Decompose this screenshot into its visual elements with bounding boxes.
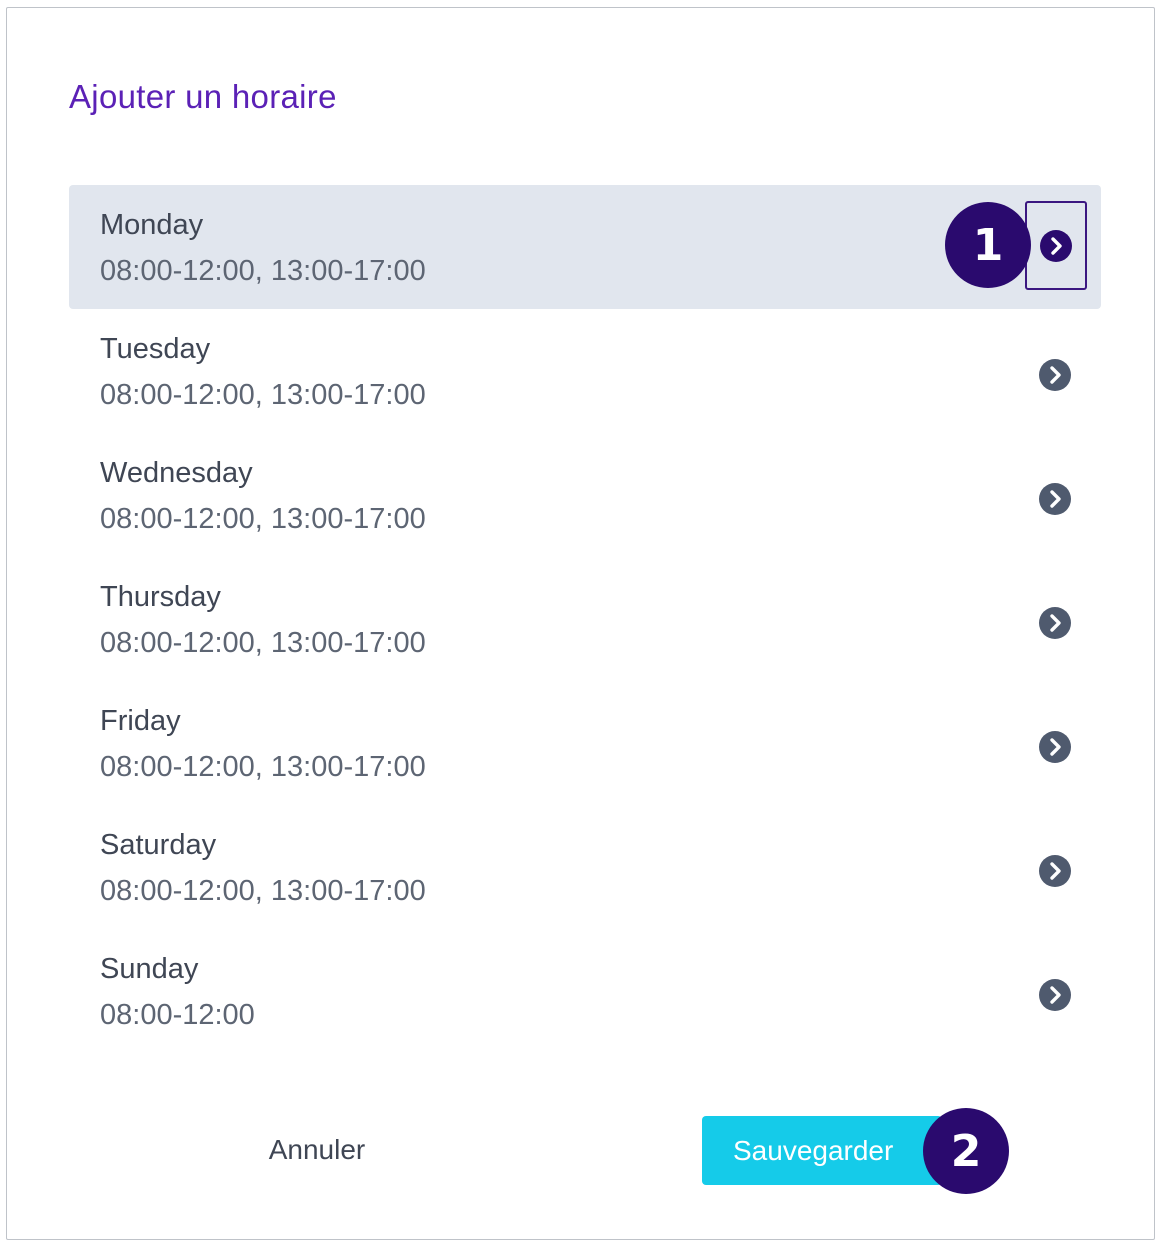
dialog-title: Ajouter un horaire bbox=[69, 78, 337, 115]
edit-saturday-button[interactable] bbox=[1037, 853, 1073, 889]
day-list: Monday 08:00-12:00, 13:00-17:00 Tuesday … bbox=[69, 185, 1101, 1053]
day-row-sunday[interactable]: Sunday 08:00-12:00 bbox=[69, 929, 1101, 1053]
save-button[interactable]: Sauvegarder bbox=[702, 1116, 942, 1185]
day-row-saturday[interactable]: Saturday 08:00-12:00, 13:00-17:00 bbox=[69, 805, 1101, 929]
day-name: Tuesday bbox=[100, 333, 211, 365]
chevron-right-circle-icon bbox=[1038, 358, 1072, 392]
edit-friday-button[interactable] bbox=[1037, 729, 1073, 765]
day-name: Monday bbox=[100, 209, 204, 241]
day-hours: 08:00-12:00, 13:00-17:00 bbox=[100, 751, 426, 783]
add-schedule-dialog: Ajouter un horaire Monday 08:00-12:00, 1… bbox=[6, 7, 1155, 1240]
day-hours: 08:00-12:00, 13:00-17:00 bbox=[100, 875, 426, 907]
day-name: Wednesday bbox=[100, 457, 253, 489]
edit-thursday-button[interactable] bbox=[1037, 605, 1073, 641]
edit-tuesday-button[interactable] bbox=[1037, 357, 1073, 393]
edit-wednesday-button[interactable] bbox=[1037, 481, 1073, 517]
day-hours: 08:00-12:00 bbox=[100, 999, 255, 1031]
edit-monday-button[interactable] bbox=[1025, 201, 1087, 290]
chevron-right-circle-icon bbox=[1038, 482, 1072, 516]
chevron-right-circle-icon bbox=[1038, 854, 1072, 888]
cancel-button[interactable]: Annuler bbox=[232, 1116, 402, 1184]
chevron-right-circle-icon bbox=[1038, 730, 1072, 764]
day-name: Friday bbox=[100, 705, 181, 737]
day-row-friday[interactable]: Friday 08:00-12:00, 13:00-17:00 bbox=[69, 681, 1101, 805]
day-hours: 08:00-12:00, 13:00-17:00 bbox=[100, 379, 426, 411]
step-badge-2: 2 bbox=[923, 1108, 1009, 1194]
day-hours: 08:00-12:00, 13:00-17:00 bbox=[100, 503, 426, 535]
chevron-right-circle-icon bbox=[1038, 606, 1072, 640]
day-row-thursday[interactable]: Thursday 08:00-12:00, 13:00-17:00 bbox=[69, 557, 1101, 681]
edit-sunday-button[interactable] bbox=[1037, 977, 1073, 1013]
day-hours: 08:00-12:00, 13:00-17:00 bbox=[100, 627, 426, 659]
step-badge-1: 1 bbox=[945, 202, 1031, 288]
chevron-right-circle-icon bbox=[1039, 229, 1073, 263]
day-name: Saturday bbox=[100, 829, 217, 861]
day-hours: 08:00-12:00, 13:00-17:00 bbox=[100, 255, 426, 287]
day-name: Thursday bbox=[100, 581, 221, 613]
chevron-right-circle-icon bbox=[1038, 978, 1072, 1012]
day-row-wednesday[interactable]: Wednesday 08:00-12:00, 13:00-17:00 bbox=[69, 433, 1101, 557]
day-row-tuesday[interactable]: Tuesday 08:00-12:00, 13:00-17:00 bbox=[69, 309, 1101, 433]
day-name: Sunday bbox=[100, 953, 199, 985]
